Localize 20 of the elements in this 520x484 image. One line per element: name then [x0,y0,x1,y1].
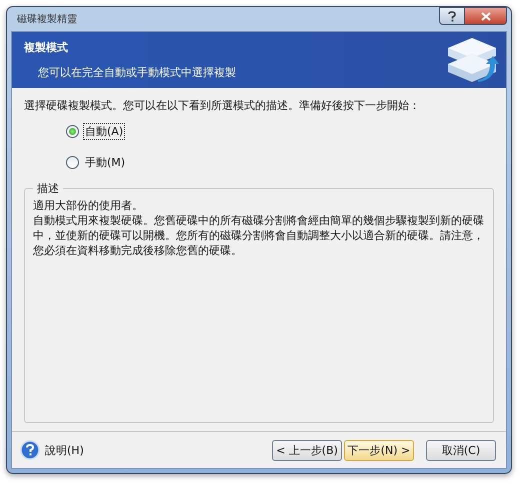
radio-button[interactable] [66,125,79,138]
instruction-text: 選擇硬碟複製模式。您可以在以下看到所選模式的描述。準備好後按下一步開始： [24,98,421,113]
help-link[interactable]: 說明(H) [20,440,84,460]
page-title: 複製模式 [24,40,69,55]
window-title: 磁碟複製精靈 [16,12,77,26]
radio-label[interactable]: 手動(M) [83,154,128,171]
radio-label[interactable]: 自動(A) [83,123,126,140]
help-button[interactable] [439,7,465,25]
dialog-button[interactable]: 取消(C) [426,440,496,460]
group-label: 描述 [36,181,60,196]
help-icon [20,440,40,460]
radio-button[interactable] [66,156,79,169]
description-text: 適用大部份的使用者。 [33,198,144,213]
dialog-button[interactable]: 下一步(N) > [344,440,414,460]
help-icon [448,10,456,22]
description-text: 自動模式用來複製硬碟。您舊硬碟中的所有磁碟分割將會經由簡單的幾個步驟複製到新的硬碟中，並使新的硬碟可以開機。您所有的磁碟分割將會自動調整大小以適合新的硬碟。請注意，您必須在資料移動完成後移除您舊的硬碟。 [33,213,485,258]
dialog-button[interactable]: < 上一步(B) [272,440,342,460]
page-subtitle: 您可以在完全自動或手動模式中選擇複製 [37,65,236,80]
close-button[interactable] [465,7,507,25]
close-icon [480,12,490,20]
